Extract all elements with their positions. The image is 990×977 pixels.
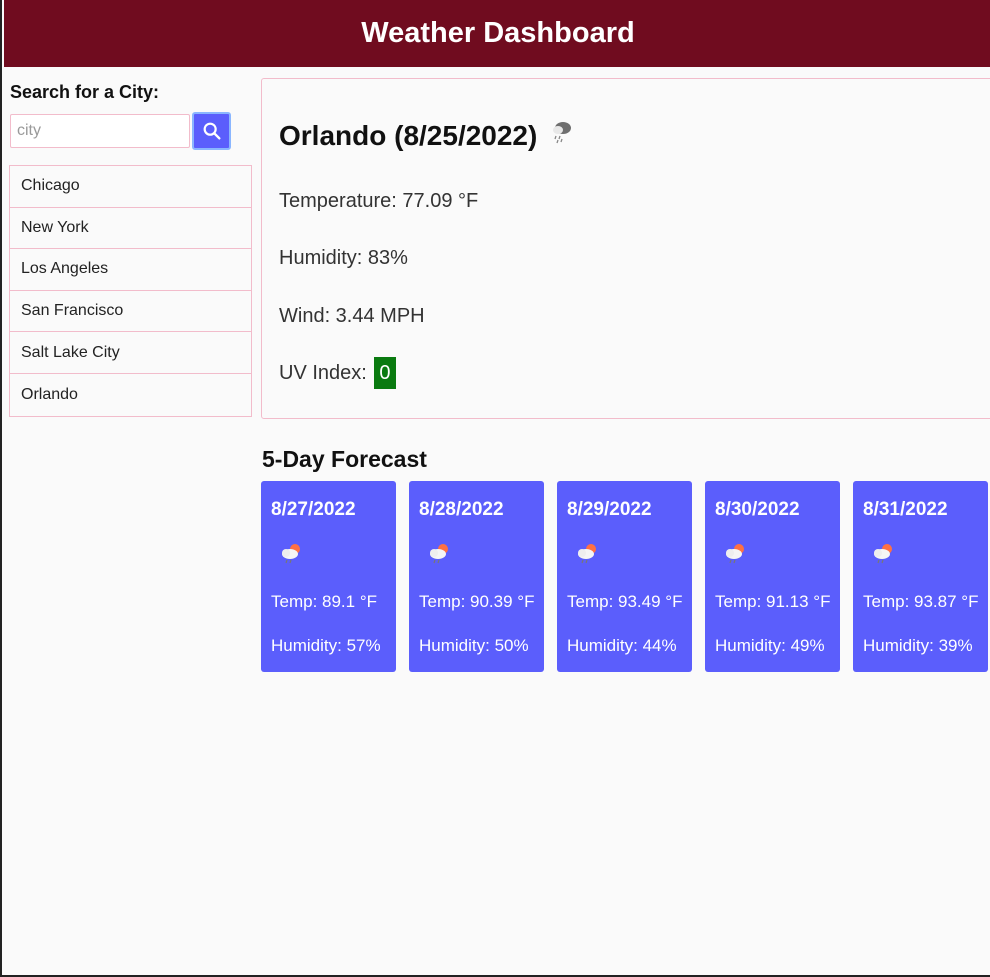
search-title: Search for a City: <box>10 82 160 102</box>
current-wind: Wind: 3.44 MPH <box>279 305 425 327</box>
forecast-card: 8/28/2022 Temp: 90.39 °F Humidity: 50% <box>409 481 544 672</box>
search-button[interactable] <box>192 112 231 150</box>
current-humidity: Humidity: 83% <box>279 247 408 269</box>
current-weather-card: Orlando (8/25/2022) Temperature: 77.09 °… <box>261 78 990 419</box>
history-item[interactable]: San Francisco <box>10 291 251 333</box>
current-city-date: Orlando (8/25/2022) <box>279 119 538 151</box>
sun-rain-cloud-icon <box>425 541 453 572</box>
forecast-humidity: Humidity: 39% <box>863 636 973 655</box>
current-temperature: Temperature: 77.09 °F <box>279 190 479 212</box>
forecast-temp: Temp: 90.39 °F <box>419 592 535 611</box>
forecast-title: 5-Day Forecast <box>262 446 427 472</box>
forecast-card: 8/30/2022 Temp: 91.13 °F Humidity: 49% <box>705 481 840 672</box>
history-item[interactable]: Salt Lake City <box>10 332 251 374</box>
forecast-temp: Temp: 91.13 °F <box>715 592 831 611</box>
forecast-card: 8/27/2022 Temp: 89.1 °F Humidity: 57% <box>261 481 396 672</box>
forecast-humidity: Humidity: 44% <box>567 636 677 655</box>
rain-cloud-icon <box>547 117 577 154</box>
forecast-card: 8/31/2022 Temp: 93.87 °F Humidity: 39% <box>853 481 988 672</box>
sun-rain-cloud-icon <box>869 541 897 572</box>
uv-label: UV Index: <box>279 362 367 384</box>
forecast-humidity: Humidity: 49% <box>715 636 825 655</box>
forecast-temp: Temp: 93.87 °F <box>863 592 979 611</box>
history-item[interactable]: Chicago <box>10 166 251 208</box>
current-uv-index: UV Index: 0 <box>279 357 396 389</box>
forecast-date: 8/28/2022 <box>419 499 504 520</box>
page-title: Weather Dashboard <box>361 17 635 49</box>
sun-rain-cloud-icon <box>277 541 305 572</box>
search-icon <box>203 122 221 140</box>
forecast-card: 8/29/2022 Temp: 93.49 °F Humidity: 44% <box>557 481 692 672</box>
search-input[interactable] <box>10 114 190 148</box>
history-item[interactable]: New York <box>10 208 251 250</box>
uv-badge: 0 <box>374 357 396 389</box>
history-item[interactable]: Los Angeles <box>10 249 251 291</box>
forecast-humidity: Humidity: 50% <box>419 636 529 655</box>
forecast-date: 8/31/2022 <box>863 499 948 520</box>
forecast-date: 8/27/2022 <box>271 499 356 520</box>
search-history-list: Chicago New York Los Angeles San Francis… <box>9 165 252 417</box>
sun-rain-cloud-icon <box>573 541 601 572</box>
app-header: Weather Dashboard <box>4 0 990 67</box>
forecast-temp: Temp: 93.49 °F <box>567 592 683 611</box>
page-frame: Weather Dashboard Search for a City: Chi… <box>0 0 990 977</box>
sun-rain-cloud-icon <box>721 541 749 572</box>
current-city-title: Orlando (8/25/2022) <box>279 117 577 154</box>
forecast-date: 8/29/2022 <box>567 499 652 520</box>
forecast-temp: Temp: 89.1 °F <box>271 592 378 611</box>
forecast-date: 8/30/2022 <box>715 499 800 520</box>
history-item[interactable]: Orlando <box>10 374 251 416</box>
forecast-humidity: Humidity: 57% <box>271 636 381 655</box>
